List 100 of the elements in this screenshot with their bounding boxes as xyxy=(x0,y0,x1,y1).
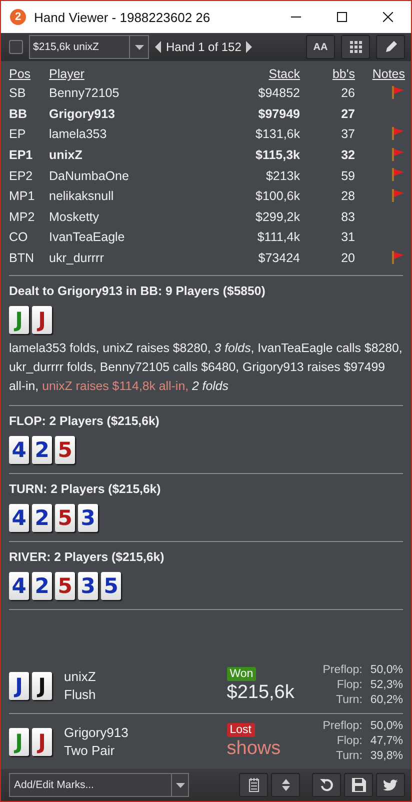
equity-label: Turn: xyxy=(334,693,362,708)
table-cell-text: EP1 xyxy=(9,147,34,164)
column-header[interactable]: Player xyxy=(49,65,256,83)
column-header[interactable]: Pos xyxy=(9,65,49,83)
next-icon[interactable] xyxy=(246,41,252,53)
equity-label: Flop: xyxy=(336,734,362,749)
playing-card: 3 xyxy=(78,572,98,600)
player-name: Grigory913 xyxy=(64,725,130,740)
playing-card: 4 xyxy=(9,504,29,532)
action-summary: lamela353 folds, unixZ raises $8280, 3 folds, IvanTeaEagle calls $8280, ukr_durrrr folds, Benny72105 calls $6480, Grigory913 raises $97499 all-in, unixZ raises $114,8k all-in, 2 folds xyxy=(9,340,403,396)
edit-button[interactable] xyxy=(376,35,405,59)
table-cell: unixZ xyxy=(49,144,256,166)
dropdown-button[interactable] xyxy=(171,773,189,797)
refresh-icon xyxy=(320,778,334,792)
table-cell-text: 26 xyxy=(340,85,355,102)
hand-rank: Two Pair xyxy=(64,743,116,758)
table-cell: 20 xyxy=(300,248,355,268)
sort-button[interactable] xyxy=(271,773,300,797)
caret-icon xyxy=(134,44,144,50)
notepad-icon xyxy=(248,778,258,792)
table-cell: 31 xyxy=(300,227,355,248)
grid-button[interactable] xyxy=(341,35,370,59)
table-cell-text: $97949 xyxy=(257,106,300,123)
table-cell: 28 xyxy=(300,186,355,207)
notes-button[interactable] xyxy=(239,773,268,797)
street-heading: TURN: 2 Players ($215,6k) xyxy=(9,482,162,496)
table-cell: Mosketty xyxy=(49,206,256,228)
flag-icon xyxy=(391,84,405,99)
equity-value: 60,2% xyxy=(370,693,403,708)
table-cell-text: MP2 xyxy=(9,208,36,226)
street-heading: Dealt to Grigory913 in BB: 9 Players ($5850) xyxy=(9,284,266,298)
column-header[interactable]: Stack xyxy=(256,65,300,83)
equity-label: Flop: xyxy=(336,678,362,693)
app-logo: 2 xyxy=(10,9,26,25)
maximize-icon xyxy=(337,12,347,22)
checkbox[interactable] xyxy=(9,40,23,54)
playing-card: 3 xyxy=(78,504,98,532)
playing-card: 5 xyxy=(55,504,75,532)
refresh-button[interactable] xyxy=(312,773,341,797)
column-header[interactable]: bb's xyxy=(300,65,355,83)
playing-card: 5 xyxy=(101,572,121,600)
equity-value: 50,0% xyxy=(370,719,403,734)
table-cell-text: DaNumbaOne xyxy=(49,168,130,185)
close-icon xyxy=(383,12,393,22)
marks-field[interactable]: Add/Edit Marks... xyxy=(9,773,171,797)
save-icon xyxy=(352,778,366,792)
table-cell-text: $299,2k xyxy=(256,208,300,226)
result-text: shows xyxy=(226,738,281,760)
window-title: Hand Viewer - 1988223602 26 xyxy=(34,10,212,24)
pencil-icon xyxy=(384,40,398,54)
winnings: $215,6k xyxy=(226,682,294,704)
playing-card: 2 xyxy=(32,504,52,532)
font-size-button[interactable]: AA xyxy=(306,35,335,59)
bird-icon xyxy=(383,778,398,792)
hand-rank: Flush xyxy=(64,687,97,702)
street-heading: FLOP: 2 Players ($215,6k) xyxy=(9,414,160,428)
table-cell-text: $73424 xyxy=(257,250,300,268)
equity-value: 50,0% xyxy=(370,663,403,678)
table-cell: lamela353 xyxy=(49,124,256,145)
equity-value: 47,7% xyxy=(370,734,403,749)
playing-card: 5 xyxy=(55,436,75,464)
table-cell-text: $111,4k xyxy=(256,229,300,246)
flag-icon xyxy=(391,146,405,161)
save-button[interactable] xyxy=(344,773,373,797)
grid-icon xyxy=(350,41,362,53)
sort-icon xyxy=(282,778,290,792)
flag-icon xyxy=(391,250,405,264)
column-header[interactable]: Notes xyxy=(355,65,405,83)
playing-card: J xyxy=(32,728,52,756)
equity-label: Turn: xyxy=(334,749,362,764)
table-cell-text: $213k xyxy=(264,168,300,185)
playing-card: 2 xyxy=(32,436,52,464)
caret-icon xyxy=(176,782,184,788)
table-cell-text: ukr_durrrr xyxy=(49,250,105,268)
equity-value: 52,3% xyxy=(370,678,403,693)
playing-card: 4 xyxy=(9,572,29,600)
table-cell-text: $94852 xyxy=(257,85,300,102)
result-badge: Lost xyxy=(226,723,254,737)
playing-card: 4 xyxy=(9,436,29,464)
table-cell-text: Benny72105 xyxy=(49,85,120,102)
table-cell: 59 xyxy=(300,165,355,186)
playing-card: J xyxy=(9,728,29,756)
playing-card: 2 xyxy=(32,572,52,600)
table-cell: 37 xyxy=(300,124,355,145)
table-cell-text: $115,3k xyxy=(256,147,300,164)
table-cell: nelikaksnull xyxy=(49,186,256,207)
table-cell-text: BB xyxy=(9,106,28,123)
playing-card: J xyxy=(32,306,52,334)
flag-icon xyxy=(391,126,405,140)
flag-icon xyxy=(391,188,405,202)
table-cell-text: MP1 xyxy=(9,188,36,206)
table-cell-text: $100,6k xyxy=(256,188,300,206)
table-cell-text: $131,6k xyxy=(256,126,300,144)
result-badge: Won xyxy=(226,667,256,681)
hand-dropdown[interactable]: $215,6k unixZ xyxy=(29,35,149,59)
share-button[interactable] xyxy=(376,773,405,797)
playing-card: J xyxy=(9,672,29,700)
player-name: unixZ xyxy=(64,669,97,684)
table-cell: 32 xyxy=(300,144,355,166)
previous-icon[interactable] xyxy=(155,41,161,53)
